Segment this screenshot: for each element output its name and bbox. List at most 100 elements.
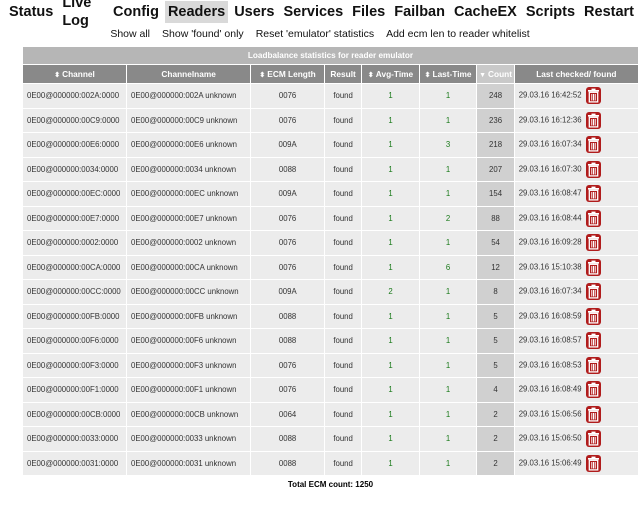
nav-status[interactable]: Status <box>6 1 56 23</box>
cell-name: 0E00@000000:00EC unknown <box>127 182 251 206</box>
cell-avg: 2 <box>362 280 419 304</box>
cell-last-value: 1 <box>445 164 451 174</box>
cell-last: 1 <box>419 84 477 108</box>
trash-icon[interactable] <box>585 185 601 203</box>
column-header-5[interactable]: ⬍ Last-Time <box>419 65 477 83</box>
nav-config[interactable]: Config <box>110 1 162 23</box>
column-header-label: Last-Time <box>432 69 472 79</box>
cell-result: found <box>324 206 362 230</box>
cell-name-value: 0E00@000000:00F3 unknown <box>131 360 237 370</box>
cell-ecm-value: 0076 <box>278 385 297 395</box>
sort-arrows-icon: ⬍ <box>367 72 374 79</box>
cell-channel: 0E00@000000:0034:0000 <box>23 157 127 181</box>
cell-ecm: 0076 <box>251 378 324 402</box>
nav-readers[interactable]: Readers <box>164 1 229 23</box>
column-header-6[interactable]: ▼ Count <box>477 65 514 83</box>
nav-scripts[interactable]: Scripts <box>523 1 578 23</box>
cell-result: found <box>324 182 362 206</box>
cell-result: found <box>324 157 362 181</box>
column-header-0[interactable]: ⬍ Channel <box>23 65 127 83</box>
trash-icon[interactable] <box>585 430 601 448</box>
subnav-link-1[interactable]: Show 'found' only <box>162 28 244 40</box>
trash-icon[interactable] <box>585 332 601 350</box>
cell-channel: 0E00@000000:0002:0000 <box>23 231 127 255</box>
column-header-1[interactable]: Channelname <box>127 65 251 83</box>
cell-checked-value: 29.03.16 15:06:49 <box>518 458 582 468</box>
trash-icon[interactable] <box>585 160 601 178</box>
total-ecm-count: Total ECM count: 1250 <box>287 480 374 489</box>
cell-ecm: 009A <box>251 280 324 304</box>
table-row: 0E00@000000:0033:0000 0E00@000000:0033 un… <box>23 427 638 451</box>
nav-restart[interactable]: Restart <box>581 1 637 23</box>
cell-checked-value: 29.03.16 16:07:34 <box>518 286 582 296</box>
cell-last: 2 <box>419 206 477 230</box>
cell-count-value: 2 <box>493 409 498 419</box>
column-header-2[interactable]: ⬍ ECM Length <box>251 65 324 83</box>
cell-last-value: 1 <box>445 238 451 248</box>
trash-icon[interactable] <box>585 136 601 154</box>
cell-checked-value: 29.03.16 16:07:34 <box>518 139 582 149</box>
nav-users[interactable]: Users <box>231 1 277 23</box>
cell-checked-value: 29.03.16 16:08:53 <box>518 360 582 370</box>
cell-ecm: 0076 <box>251 206 324 230</box>
cell-last-value: 1 <box>445 434 451 444</box>
subnav-link-2[interactable]: Reset 'emulator' statistics <box>256 28 374 40</box>
trash-icon[interactable] <box>585 111 601 129</box>
nav-live-log[interactable]: Live Log <box>59 0 107 32</box>
cell-result-value: found <box>333 434 353 444</box>
cell-checked-value: 29.03.16 16:08:49 <box>518 384 582 394</box>
cell-result: found <box>324 231 362 255</box>
cell-channel-value: 0E00@000000:00E6:0000 <box>27 140 120 150</box>
cell-last-value: 1 <box>445 115 451 125</box>
cell-count: 54 <box>477 231 514 255</box>
cell-last: 1 <box>419 427 477 451</box>
cell-name-value: 0E00@000000:00FB unknown <box>131 311 238 321</box>
cell-result-value: found <box>333 385 353 395</box>
cell-ecm-value: 0088 <box>278 434 297 444</box>
column-header-label: Count <box>488 69 512 79</box>
trash-icon[interactable] <box>585 87 601 105</box>
cell-channel-value: 0E00@000000:00CA:0000 <box>27 262 121 272</box>
column-header-label: Channelname <box>161 69 216 79</box>
cell-checked: 29.03.16 15:10:38 <box>514 255 638 279</box>
nav-files[interactable]: Files <box>349 1 388 23</box>
cell-ecm: 0064 <box>251 402 324 426</box>
trash-icon[interactable] <box>585 307 601 325</box>
subnav-link-0[interactable]: Show all <box>110 28 150 40</box>
table-row: 0E00@000000:00E6:0000 0E00@000000:00E6 un… <box>23 133 638 157</box>
column-header-3[interactable]: Result <box>324 65 362 83</box>
trash-icon[interactable] <box>585 405 601 423</box>
trash-icon[interactable] <box>585 258 601 276</box>
cell-ecm: 009A <box>251 182 324 206</box>
nav-services[interactable]: Services <box>281 1 347 23</box>
sort-arrows-icon: ▼ <box>479 72 487 79</box>
trash-icon[interactable] <box>585 454 601 472</box>
trash-icon[interactable] <box>585 209 601 227</box>
cell-checked: 29.03.16 16:08:49 <box>514 378 638 402</box>
trash-icon[interactable] <box>585 283 601 301</box>
cell-channel: 0E00@000000:0031:0000 <box>23 451 127 475</box>
table-row: 0E00@000000:0031:0000 0E00@000000:0031 un… <box>23 451 638 475</box>
cell-count-value: 4 <box>493 385 498 395</box>
nav-cacheex[interactable]: CacheEX <box>451 1 520 23</box>
subnav-link-3[interactable]: Add ecm len to reader whitelist <box>386 28 530 40</box>
cell-name-value: 0E00@000000:0034 unknown <box>131 164 237 174</box>
column-header-4[interactable]: ⬍ Avg-Time <box>362 65 419 83</box>
cell-name: 0E00@000000:00F6 unknown <box>127 329 251 353</box>
cell-last-value: 1 <box>445 458 451 468</box>
cell-ecm: 0076 <box>251 108 324 132</box>
trash-icon[interactable] <box>585 381 601 399</box>
trash-icon[interactable] <box>585 234 601 252</box>
cell-checked-value: 29.03.16 15:10:38 <box>518 262 582 272</box>
cell-count-value: 54 <box>491 238 500 248</box>
cell-last-value: 1 <box>445 409 451 419</box>
nav-failban[interactable]: Failban <box>391 1 448 23</box>
trash-icon[interactable] <box>585 356 601 374</box>
cell-avg-value: 1 <box>388 458 393 468</box>
loadbalance-table: Loadbalance statistics for reader emulat… <box>22 46 639 476</box>
cell-result-value: found <box>333 91 353 101</box>
cell-last: 1 <box>419 304 477 328</box>
cell-ecm: 0076 <box>251 84 324 108</box>
cell-count-value: 8 <box>493 287 498 297</box>
cell-checked: 29.03.16 16:09:28 <box>514 231 638 255</box>
